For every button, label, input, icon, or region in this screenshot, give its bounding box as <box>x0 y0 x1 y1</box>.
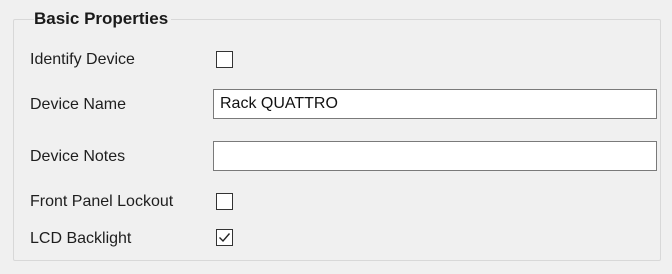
front-panel-lockout-checkbox[interactable] <box>216 193 233 210</box>
front-panel-lockout-label: Front Panel Lockout <box>30 193 174 210</box>
lcd-backlight-label: LCD Backlight <box>30 230 132 247</box>
device-notes-label: Device Notes <box>30 148 126 165</box>
identify-device-checkbox[interactable] <box>216 51 233 68</box>
device-name-input[interactable] <box>213 89 657 119</box>
device-notes-input[interactable] <box>213 141 657 171</box>
device-name-label: Device Name <box>30 96 127 113</box>
lcd-backlight-checkbox[interactable] <box>216 229 233 246</box>
identify-device-label: Identify Device <box>30 51 135 68</box>
checkmark-icon <box>219 233 231 243</box>
group-title: Basic Properties <box>34 8 172 30</box>
